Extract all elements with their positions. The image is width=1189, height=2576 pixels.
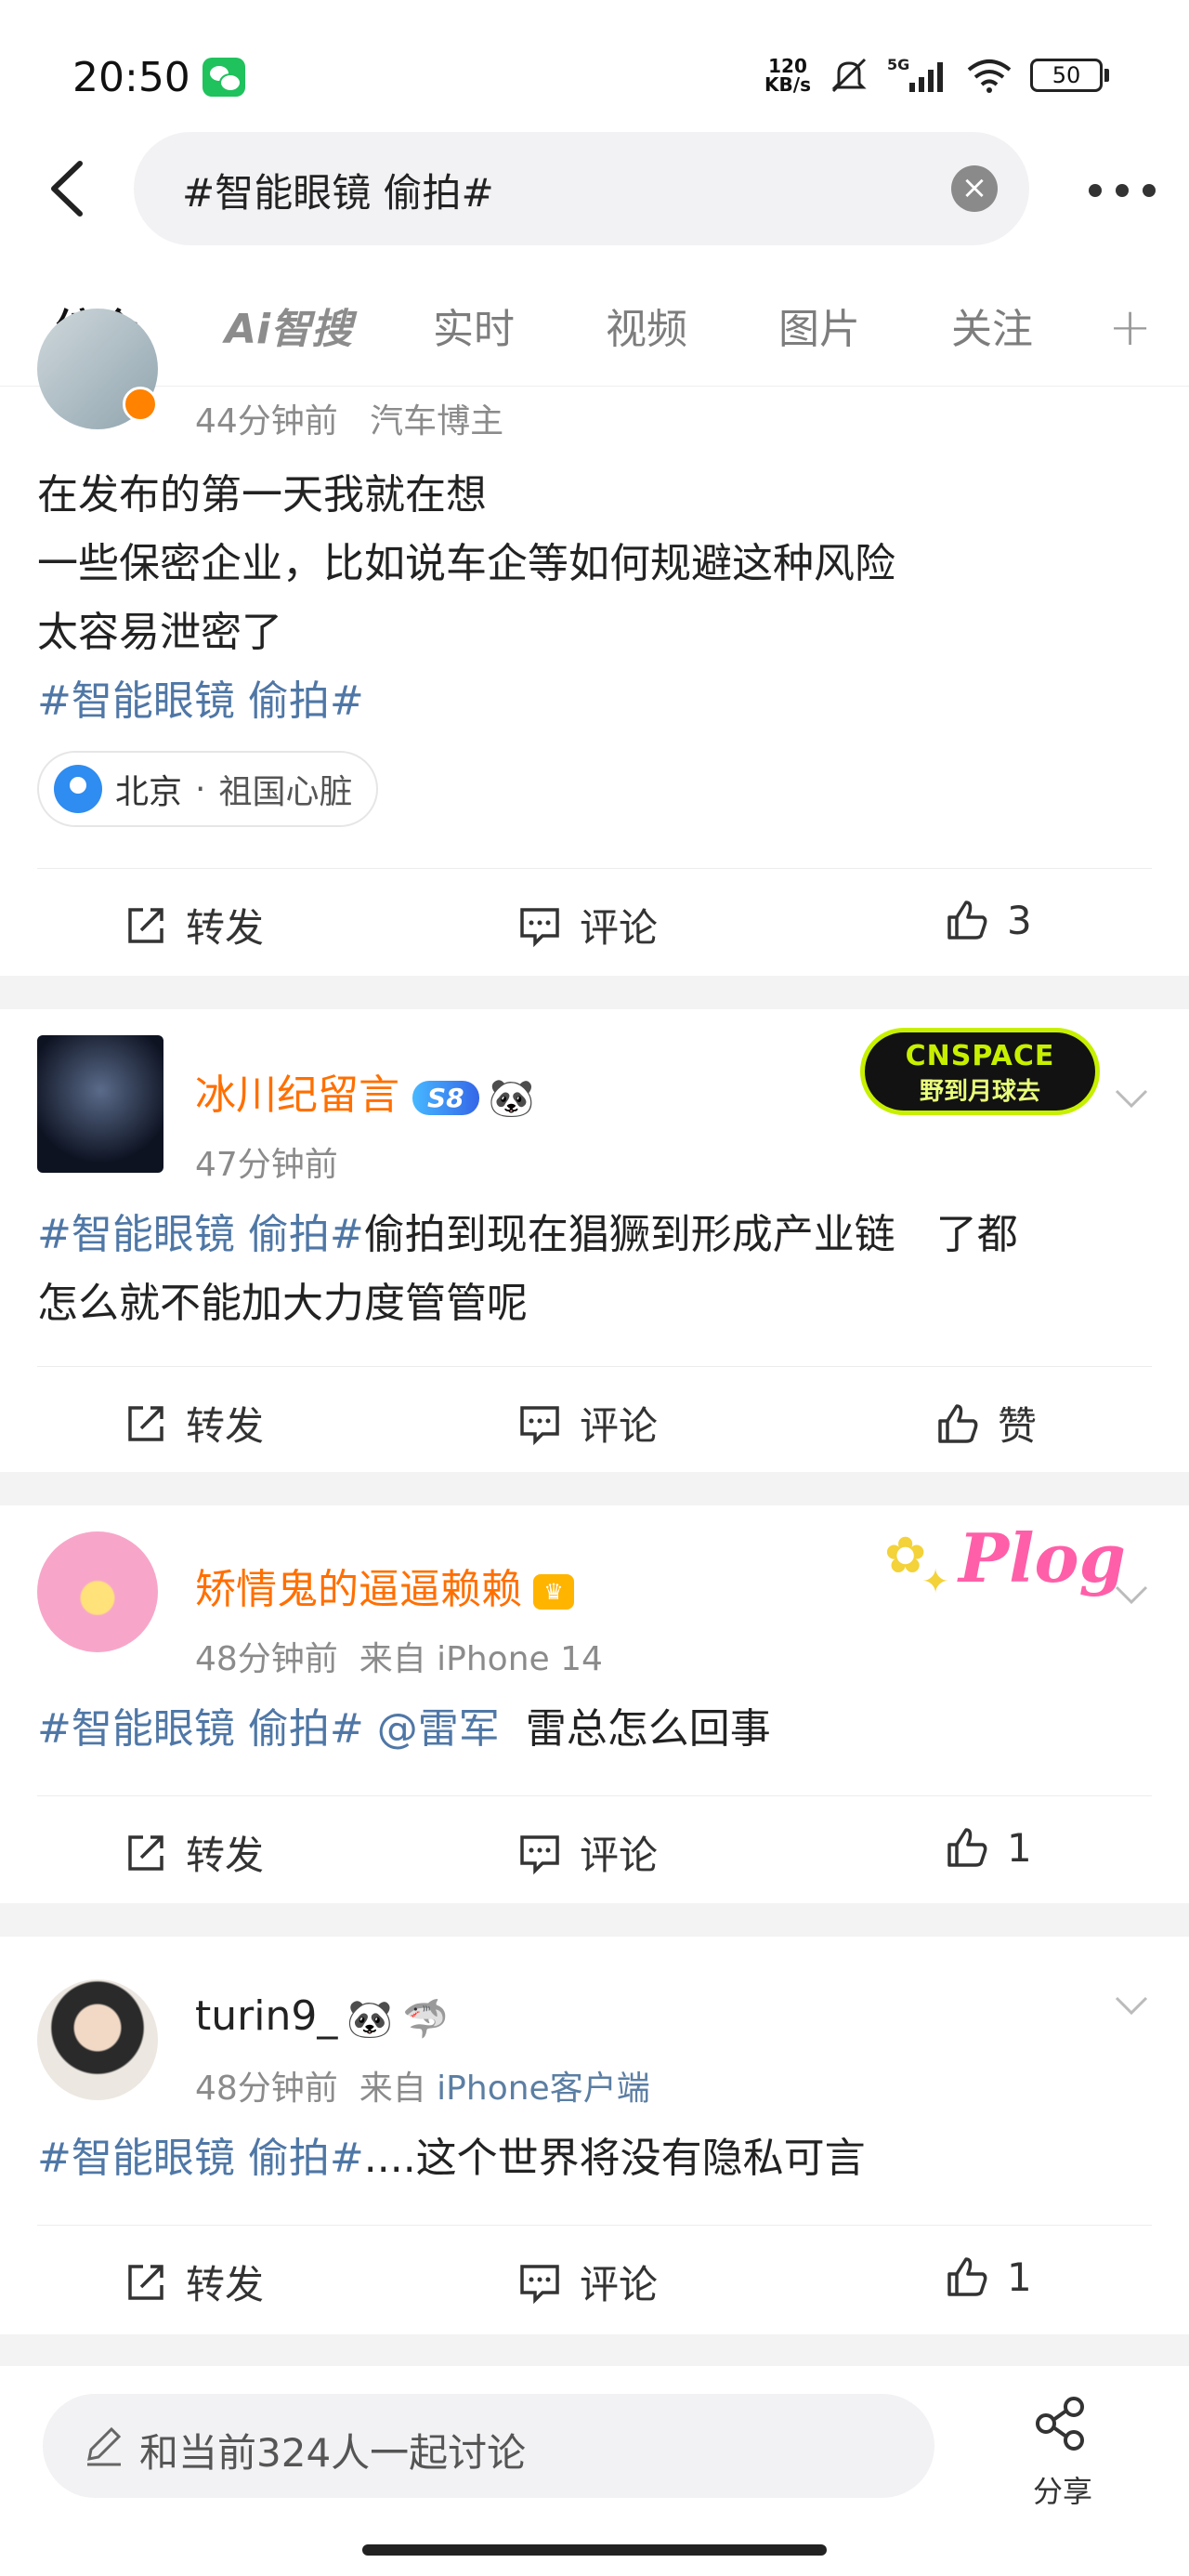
- home-indicator[interactable]: [362, 2544, 827, 2556]
- post-text[interactable]: 在发布的第一天我就在想 一些保密企业，比如说车企等如何规避这种风险 太容易泄密了…: [37, 461, 1152, 736]
- chevron-down-icon[interactable]: [1111, 1574, 1152, 1615]
- pencil-icon: [87, 2426, 122, 2466]
- post-card: 44分钟前 汽车博主 在发布的第一天我就在想 一些保密企业，比如说车企等如何规避…: [0, 309, 1189, 976]
- post-card: 矫情鬼的逼逼赖赖 ♛ ✿ ✦ Plog 48分钟前 来自 iPhone 14 #智…: [0, 1505, 1189, 1903]
- repost-button[interactable]: 转发: [123, 2254, 264, 2310]
- search-query[interactable]: #智能眼镜 偷拍#: [182, 162, 494, 218]
- post-text[interactable]: #智能眼镜 偷拍#....这个世界将没有隐私可言: [37, 2124, 1152, 2193]
- repost-button[interactable]: 转发: [123, 897, 264, 953]
- comment-button[interactable]: 评论: [516, 1395, 658, 1452]
- panda-icon: 🐼: [488, 1076, 535, 1120]
- post-meta: 44分钟前 汽车博主: [195, 402, 504, 440]
- level-badge: S8: [412, 1080, 479, 1115]
- feed-divider: [0, 976, 1189, 1009]
- decoration-card: CNSPACE 野到月球去: [860, 1028, 1100, 1115]
- like-icon: [947, 1828, 987, 1867]
- weibo-search-page: 20:50 120 KB/s 5G 50 #智能眼镜 偷拍# × Ai智搜 实时…: [0, 0, 1189, 2576]
- post-text[interactable]: #智能眼镜 偷拍#偷拍到现在猖獗到形成产业链 了都 怎么就不能加大力度管管呢: [37, 1201, 1152, 1338]
- status-bar: 20:50 120 KB/s 5G 50: [0, 0, 1189, 139]
- back-arrow-icon[interactable]: [45, 158, 89, 219]
- comment-button[interactable]: 评论: [516, 1824, 658, 1881]
- comment-icon: [520, 2264, 559, 2304]
- post-actions: 转发 评论 1: [37, 2225, 1152, 2329]
- feed-divider: [0, 1472, 1189, 1505]
- decoration-card: ✿ ✦ Plog: [884, 1518, 1126, 1601]
- repost-icon: [128, 2264, 163, 2300]
- mute-bell-icon: [831, 58, 867, 93]
- like-button[interactable]: 1: [944, 1824, 1032, 1871]
- status-time: 20:50: [72, 54, 190, 101]
- location-tag[interactable]: 北京 · 祖国心脏: [37, 751, 379, 827]
- username[interactable]: turin9_ 🐼 🦈: [195, 1992, 449, 2041]
- like-button[interactable]: 3: [944, 897, 1032, 943]
- like-button[interactable]: 1: [944, 2254, 1032, 2300]
- search-tabs: 综合 Ai智搜 实时 视频 图片 关注 +: [0, 275, 1189, 387]
- hashtag-link[interactable]: #智能眼镜 偷拍#: [37, 1705, 364, 1753]
- hashtag-link[interactable]: #智能眼镜 偷拍#: [37, 1211, 364, 1258]
- like-icon: [947, 2257, 987, 2296]
- post-actions: 转发 评论 1: [37, 1795, 1152, 1899]
- comment-button[interactable]: 评论: [516, 2254, 658, 2310]
- repost-icon: [128, 1834, 163, 1871]
- avatar[interactable]: [37, 1979, 158, 2100]
- crown-badge-icon: ♛: [533, 1574, 574, 1610]
- shark-icon: 🦈: [402, 1997, 449, 2041]
- avatar[interactable]: [37, 1035, 163, 1173]
- chevron-down-icon[interactable]: [1111, 1078, 1152, 1119]
- panda-icon: 🐼: [346, 1997, 394, 2041]
- cellular-signal-icon: 5G: [887, 57, 943, 92]
- feed-divider: [0, 1903, 1189, 1937]
- share-label[interactable]: 分享: [1033, 2468, 1092, 2511]
- username[interactable]: 冰川纪留言 S8 🐼: [195, 1061, 534, 1121]
- comment-icon: [520, 1834, 559, 1874]
- discuss-input[interactable]: 和当前324人一起讨论: [43, 2394, 934, 2498]
- hashtag-link[interactable]: #智能眼镜 偷拍#: [37, 667, 1152, 736]
- wifi-icon: [967, 59, 1012, 93]
- post-card: 冰川纪留言 S8 🐼 CNSPACE 野到月球去 47分钟前 #智能眼镜 偷拍#偷拍…: [0, 1009, 1189, 1472]
- comment-icon: [520, 907, 559, 947]
- repost-button[interactable]: 转发: [123, 1824, 264, 1881]
- repost-icon: [128, 1405, 163, 1441]
- like-icon: [938, 1403, 978, 1443]
- tab-images[interactable]: 图片: [778, 296, 860, 355]
- bottom-bar: 和当前324人一起讨论 分享: [0, 2366, 1189, 2576]
- more-options-icon[interactable]: [1089, 184, 1156, 197]
- feed-divider: [0, 2334, 1189, 2366]
- tab-realtime[interactable]: 实时: [433, 296, 515, 355]
- mention-link[interactable]: @雷军: [377, 1705, 500, 1753]
- post-card: turin9_ 🐼 🦈 48分钟前 来自 iPhone客户端 #智能眼镜 偷拍#..…: [0, 1937, 1189, 2334]
- tab-video[interactable]: 视频: [606, 296, 687, 355]
- post-actions: 转发 评论 3: [37, 868, 1152, 972]
- comment-icon: [520, 1405, 559, 1445]
- search-box[interactable]: #智能眼镜 偷拍# ×: [134, 132, 1029, 245]
- like-icon: [947, 900, 987, 940]
- comment-button[interactable]: 评论: [516, 897, 658, 953]
- chevron-down-icon[interactable]: [1111, 1985, 1152, 2026]
- share-icon[interactable]: [1031, 2394, 1091, 2453]
- tab-following[interactable]: 关注: [951, 296, 1033, 355]
- status-icons: 120 KB/s 5G 50: [764, 54, 1109, 97]
- post-time: 47分钟前: [195, 1146, 338, 1184]
- location-pin-icon: [54, 765, 102, 813]
- wechat-notification-icon: [203, 58, 245, 97]
- post-text[interactable]: #智能眼镜 偷拍# @雷军 雷总怎么回事: [37, 1695, 1152, 1764]
- network-speed: 120 KB/s: [764, 55, 811, 96]
- post-meta: 48分钟前 来自 iPhone 14: [195, 1640, 603, 1678]
- like-button[interactable]: 赞: [934, 1395, 1037, 1452]
- post-actions: 转发 评论 赞: [37, 1366, 1152, 1470]
- svg-text:5G: 5G: [887, 57, 909, 73]
- verified-badge-icon: [123, 387, 158, 422]
- add-tab-icon[interactable]: +: [1108, 297, 1152, 358]
- avatar[interactable]: [37, 1531, 158, 1652]
- tab-ai-search[interactable]: Ai智搜: [225, 296, 352, 355]
- hashtag-link[interactable]: #智能眼镜 偷拍#: [37, 2135, 364, 2182]
- username[interactable]: 矫情鬼的逼逼赖赖 ♛: [195, 1556, 574, 1615]
- battery-icon: 50: [1030, 59, 1109, 92]
- post-meta: 48分钟前 来自 iPhone客户端: [195, 2070, 650, 2108]
- repost-button[interactable]: 转发: [123, 1395, 264, 1452]
- clear-search-icon[interactable]: ×: [951, 165, 998, 212]
- repost-icon: [128, 907, 163, 943]
